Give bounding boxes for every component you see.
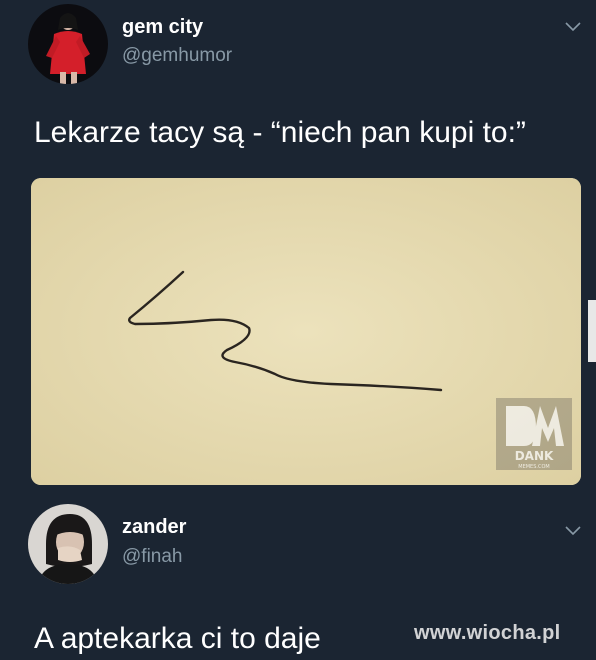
display-name[interactable]: gem city xyxy=(122,16,203,39)
gem-city-avatar[interactable] xyxy=(28,4,108,84)
display-name[interactable]: zander xyxy=(122,516,186,539)
person-hand-over-mouth-avatar-icon xyxy=(28,504,108,584)
zander-avatar[interactable] xyxy=(28,504,108,584)
person-in-red-avatar-icon xyxy=(28,4,108,84)
user-handle[interactable]: @gemhumor xyxy=(122,45,232,67)
memes-sub: MEMES.COM xyxy=(518,464,549,470)
site-watermark: www.wiocha.pl xyxy=(414,622,561,644)
dank-word: DANK xyxy=(515,449,554,463)
chevron-down-icon[interactable] xyxy=(562,524,584,538)
user-handle[interactable]: @finah xyxy=(122,546,183,568)
chevron-down-icon[interactable] xyxy=(562,20,584,34)
tweet-gem-city: gem city @gemhumor Lekarze tacy są - “ni… xyxy=(0,0,596,496)
dank-memes-logo: DANK MEMES.COM xyxy=(496,398,572,470)
tweet-text: Lekarze tacy są - “niech pan kupi to:” xyxy=(34,116,526,149)
edge-scroll-tab xyxy=(588,300,596,362)
tweet-text: A aptekarka ci to daje xyxy=(34,622,321,655)
